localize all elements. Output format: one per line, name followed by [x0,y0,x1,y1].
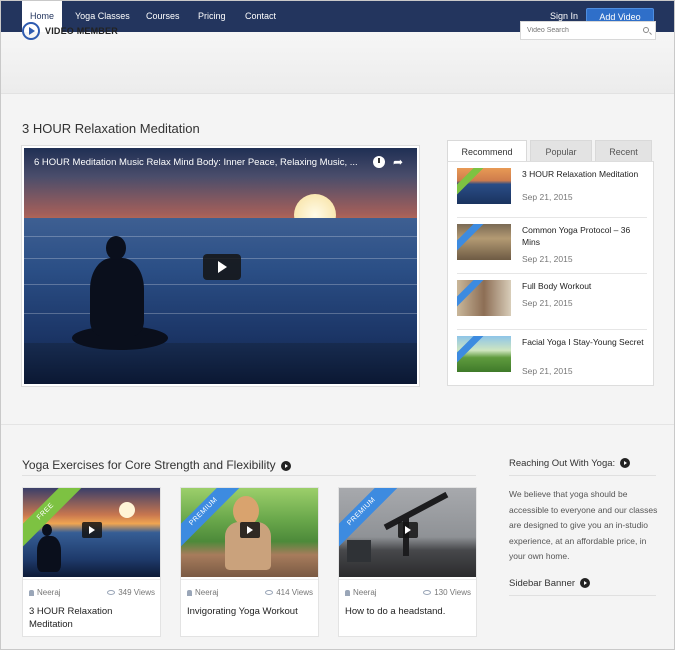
nav-courses[interactable]: Courses [146,1,180,32]
nav-pricing[interactable]: Pricing [198,1,226,32]
page-title: 3 HOUR Relaxation Meditation [22,121,200,136]
tab-popular[interactable]: Popular [530,140,592,162]
view-count: 349 Views [118,588,155,597]
video-thumbnail[interactable] [457,168,511,204]
sidebar-title[interactable]: Reaching Out With Yoga: [509,458,631,469]
video-beach [24,343,417,384]
card-title[interactable]: Invigorating Yoga Workout [187,605,313,618]
ribbon-badge [457,336,484,365]
card-title[interactable]: 3 HOUR Relaxation Meditation [29,605,155,631]
video-player[interactable]: 6 HOUR Meditation Music Relax Mind Body:… [22,146,419,386]
list-item-date: Sep 21, 2015 [522,366,573,376]
user-icon [187,589,192,596]
tab-recommend[interactable]: Recommend [447,140,527,162]
view-count: 130 Views [434,588,471,597]
author-name[interactable]: Neeraj [195,588,219,597]
arrow-right-icon[interactable] [620,458,631,469]
page-frame: Home Yoga Classes Courses Pricing Contac… [0,0,675,650]
search-icon[interactable] [643,27,649,33]
share-icon[interactable]: ➦ [393,155,403,169]
nav-contact[interactable]: Contact [245,1,276,32]
video-title[interactable]: 6 HOUR Meditation Music Relax Mind Body:… [34,157,358,168]
author-name[interactable]: Neeraj [353,588,377,597]
list-item-date: Sep 21, 2015 [522,192,573,202]
play-logo-icon[interactable] [22,22,40,40]
list-item[interactable]: Full Body Workout Sep 21, 2015 [457,274,647,330]
video-thumbnail[interactable]: PREMIUM [181,488,318,577]
user-icon [29,589,34,596]
list-item-date: Sep 21, 2015 [522,298,573,308]
ribbon-badge [457,224,484,253]
play-button[interactable] [203,254,241,280]
list-item-title[interactable]: Full Body Workout [522,280,647,292]
author-name[interactable]: Neeraj [37,588,61,597]
ribbon-badge [457,280,484,309]
divider [509,595,656,596]
card-title[interactable]: How to do a headstand. [345,605,471,618]
search-input[interactable] [520,21,656,40]
section-title[interactable]: Yoga Exercises for Core Strength and Fle… [22,458,291,472]
view-count: 414 Views [276,588,313,597]
video-thumbnail[interactable] [457,224,511,260]
sidebar-text: We believe that yoga should be accessibl… [509,489,658,561]
video-thumbnail[interactable]: PREMIUM [339,488,476,577]
list-item-title[interactable]: Common Yoga Protocol – 36 Mins [522,224,647,248]
divider [22,475,476,476]
eye-icon [423,590,432,596]
divider [509,475,656,476]
tab-recent[interactable]: Recent [595,140,652,162]
list-item-title[interactable]: 3 HOUR Relaxation Meditation [522,168,647,180]
eye-icon [107,590,116,596]
video-card[interactable]: PREMIUM Neeraj 414 Views Invigorating Yo… [180,487,319,637]
list-item-title[interactable]: Facial Yoga I Stay-Young Secret [522,336,647,348]
arrow-right-icon[interactable] [580,578,591,589]
site-header [1,32,674,94]
play-button[interactable] [240,522,260,538]
user-icon [345,589,350,596]
video-thumbnail[interactable] [457,336,511,372]
video-card[interactable]: PREMIUM Neeraj 130 Views How to do a hea… [338,487,477,637]
eye-icon [265,590,274,596]
list-item[interactable]: Common Yoga Protocol – 36 Mins Sep 21, 2… [457,218,647,274]
video-card[interactable]: FREE Neeraj 349 Views 3 HOUR Relaxation … [22,487,161,637]
list-item[interactable]: 3 HOUR Relaxation Meditation Sep 21, 201… [457,162,647,218]
video-thumbnail[interactable]: FREE [23,488,160,577]
list-item[interactable]: Facial Yoga I Stay-Young Secret Sep 21, … [457,330,647,386]
play-button[interactable] [82,522,102,538]
video-thumbnail[interactable] [457,280,511,316]
tab-content: 3 HOUR Relaxation Meditation Sep 21, 201… [447,161,654,386]
sidebar-banner-title[interactable]: Sidebar Banner [509,578,591,589]
list-item-date: Sep 21, 2015 [522,254,573,264]
ribbon-badge [457,168,484,197]
watch-later-icon[interactable] [373,156,385,168]
arrow-right-icon[interactable] [280,460,291,471]
tabs-panel: Recommend Popular Recent 3 HOUR Relaxati… [447,140,654,386]
play-button[interactable] [398,522,418,538]
site-logo-text[interactable]: VIDEO MEMBER [45,26,118,36]
